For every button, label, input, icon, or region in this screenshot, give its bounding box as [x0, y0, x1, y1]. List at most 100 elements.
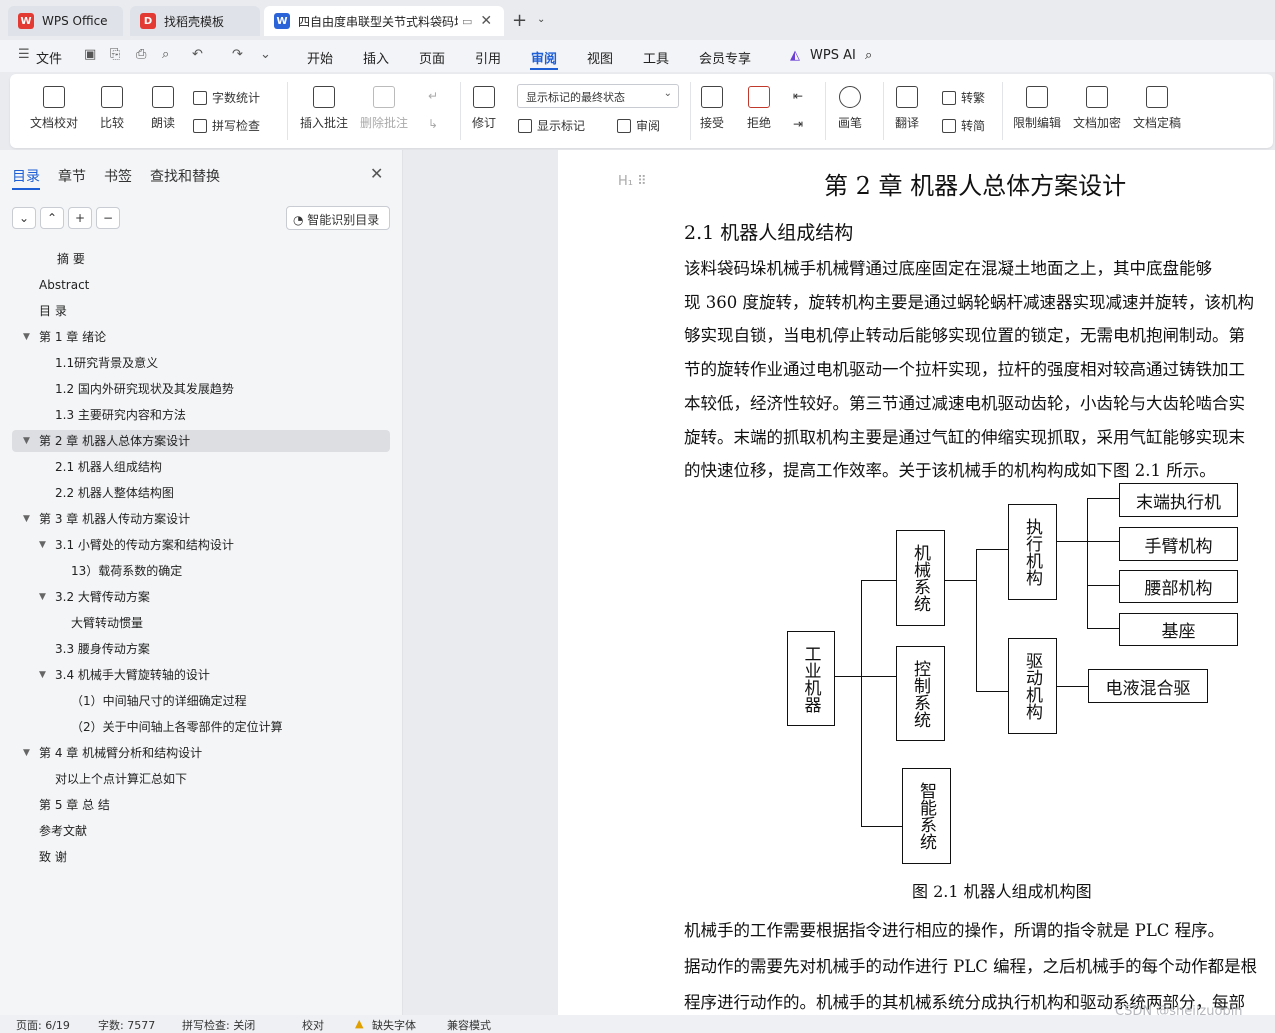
export-icon[interactable]: ⎘ [110, 47, 120, 62]
undo-icon[interactable]: ↶ [192, 47, 203, 62]
toc-item[interactable]: 1.2 国内外研究现状及其发展趋势 [12, 378, 390, 400]
toc-item[interactable]: 对以上个点计算汇总如下 [12, 768, 390, 790]
compare-button[interactable]: 比较 [100, 86, 124, 131]
expand-caret-icon[interactable]: ▼ [39, 586, 46, 608]
toc-item[interactable]: 2.1 机器人组成结构 [12, 456, 390, 478]
menu-view[interactable]: 视图 [587, 48, 613, 67]
save-icon[interactable]: ▣ [84, 47, 96, 62]
heading-handle-icon[interactable]: H₁ ⠿ [618, 174, 647, 189]
reject-button[interactable]: 拒绝 [747, 86, 771, 131]
add-heading-button[interactable]: + [68, 207, 92, 229]
toc-item[interactable]: 3.3 腰身传动方案 [12, 638, 390, 660]
toc-item[interactable]: 摘 要 [12, 248, 390, 270]
markup-state-select[interactable]: 显示标记的最终状态 ⌄ [517, 84, 679, 108]
print-preview-icon[interactable]: ⌕ [162, 47, 169, 62]
next-revision-icon[interactable]: ⇥ [793, 117, 803, 131]
read-aloud-button[interactable]: 朗读 [151, 86, 175, 131]
review-pane-button[interactable]: 审阅 [617, 117, 660, 134]
chevron-down-icon[interactable]: ⌄ [537, 14, 545, 25]
expand-caret-icon[interactable]: ▼ [23, 326, 30, 348]
tab-label: WPS Office [42, 14, 108, 28]
toc-item[interactable]: 13）载荷系数的确定 [12, 560, 390, 582]
toc-item[interactable]: ▼ 3.2 大臂传动方案 [12, 586, 390, 608]
accept-button[interactable]: 接受 [700, 86, 724, 131]
proofread-button[interactable]: 文档校对 [30, 86, 78, 131]
close-pane-icon[interactable]: ✕ [370, 164, 383, 183]
finalize-button[interactable]: 文档定稿 [1133, 86, 1181, 131]
remove-heading-button[interactable]: − [96, 207, 120, 229]
toc-item[interactable]: ▼ 3.1 小臂处的传动方案和结构设计 [12, 534, 390, 556]
collapse-down-button[interactable]: ⌄ [12, 207, 36, 229]
menu-review[interactable]: 审阅 [531, 48, 557, 67]
to-simplified-button[interactable]: 转简 [942, 117, 985, 134]
expand-caret-icon[interactable]: ▼ [39, 534, 46, 556]
pen-button[interactable]: 画笔 [838, 86, 862, 131]
menu-member[interactable]: 会员专享 [699, 48, 751, 67]
search-icon[interactable]: ⌕ [865, 48, 872, 63]
expand-caret-icon[interactable]: ▼ [23, 430, 30, 452]
toc-item[interactable]: （1）中间轴尺寸的详细确定过程 [12, 690, 390, 712]
tab-chapters[interactable]: 章节 [58, 166, 86, 186]
delete-comment-button[interactable]: 删除批注 [360, 86, 408, 131]
word-count-status[interactable]: 字数: 7577 [98, 1017, 155, 1033]
prev-comment-icon[interactable]: ↵ [428, 89, 438, 103]
menu-home[interactable]: 开始 [307, 48, 333, 67]
toc-item-label: 3.4 机械手大臂旋转轴的设计 [55, 668, 210, 682]
toc-item[interactable]: ▼ 第 4 章 机械臂分析和结构设计 [12, 742, 390, 764]
smart-toc-button[interactable]: ◔ 智能识别目录 [286, 206, 390, 230]
toc-item[interactable]: 1.3 主要研究内容和方法 [12, 404, 390, 426]
encrypt-button[interactable]: 文档加密 [1073, 86, 1121, 131]
tab-docer-templates[interactable]: D 找稻壳模板 [130, 6, 260, 36]
prev-revision-icon[interactable]: ⇤ [793, 89, 803, 103]
menu-file[interactable]: 文件 [36, 48, 62, 67]
toc-item[interactable]: 目 录 [12, 300, 390, 322]
insert-comment-button[interactable]: 插入批注 [300, 86, 348, 131]
tab-find-replace[interactable]: 查找和替换 [150, 166, 220, 186]
expand-caret-icon[interactable]: ▼ [23, 508, 30, 530]
hamburger-icon[interactable]: ☰ [18, 47, 30, 62]
next-comment-icon[interactable]: ↳ [428, 117, 438, 131]
tab-toc[interactable]: 目录 [12, 166, 40, 186]
page-indicator[interactable]: 页面: 6/19 [16, 1017, 70, 1033]
toc-item[interactable]: ▼ 第 3 章 机器人传动方案设计 [12, 508, 390, 530]
menu-tools[interactable]: 工具 [643, 48, 669, 67]
toc-item[interactable]: 参考文献 [12, 820, 390, 842]
word-count-button[interactable]: 字数统计 [193, 89, 260, 106]
wps-ai-icon[interactable]: ◭ [790, 48, 800, 63]
more-chevron-icon[interactable]: ⌄ [260, 47, 271, 62]
print-icon[interactable]: ⎙ [136, 47, 146, 62]
new-tab-icon[interactable]: + [512, 10, 527, 31]
tab-bookmarks[interactable]: 书签 [104, 166, 132, 186]
toc-item[interactable]: 大臂转动惯量 [12, 612, 390, 634]
toc-item[interactable]: 1.1研究背景及意义 [12, 352, 390, 374]
toc-item[interactable]: ▼ 第 1 章 绪论 [12, 326, 390, 348]
proof-status[interactable]: 校对 [302, 1017, 324, 1033]
toc-item[interactable]: 2.2 机器人整体结构图 [12, 482, 390, 504]
toc-item-label: 2.2 机器人整体结构图 [55, 486, 174, 500]
menu-page[interactable]: 页面 [419, 48, 445, 67]
toc-item[interactable]: 第 5 章 总 结 [12, 794, 390, 816]
tab-current-document[interactable]: W 四自由度串联型关节式料袋码垛机械手设计 ▭ ✕ [264, 6, 504, 36]
toc-item[interactable]: Abstract [12, 274, 390, 296]
menu-insert[interactable]: 插入 [363, 48, 389, 67]
menu-wps-ai[interactable]: WPS AI [810, 48, 856, 63]
expand-caret-icon[interactable]: ▼ [23, 742, 30, 764]
show-markup-button[interactable]: 显示标记 [518, 117, 585, 134]
toc-item[interactable]: ▼ 3.4 机械手大臂旋转轴的设计 [12, 664, 390, 686]
translate-button[interactable]: 翻译 [895, 86, 919, 131]
to-traditional-button[interactable]: 转繁 [942, 89, 985, 106]
expand-caret-icon[interactable]: ▼ [39, 664, 46, 686]
expand-up-button[interactable]: ⌃ [40, 207, 64, 229]
toc-item[interactable]: ▼ 第 2 章 机器人总体方案设计 [12, 430, 390, 452]
revise-button[interactable]: 修订 [472, 86, 496, 131]
restrict-edit-button[interactable]: 限制编辑 [1013, 86, 1061, 131]
menu-reference[interactable]: 引用 [475, 48, 501, 67]
toc-item[interactable]: （2）关于中间轴上各零部件的定位计算 [12, 716, 390, 738]
missing-font-status[interactable]: 缺失字体 [372, 1017, 416, 1033]
spell-check-button[interactable]: 拼写检查 [193, 117, 260, 134]
redo-icon[interactable]: ↷ [232, 47, 243, 62]
tab-wps-office[interactable]: W WPS Office [8, 6, 123, 36]
toc-item[interactable]: 致 谢 [12, 846, 390, 868]
close-tab-icon[interactable]: ✕ [480, 13, 492, 29]
spell-check-status[interactable]: 拼写检查: 关闭 [182, 1017, 255, 1033]
